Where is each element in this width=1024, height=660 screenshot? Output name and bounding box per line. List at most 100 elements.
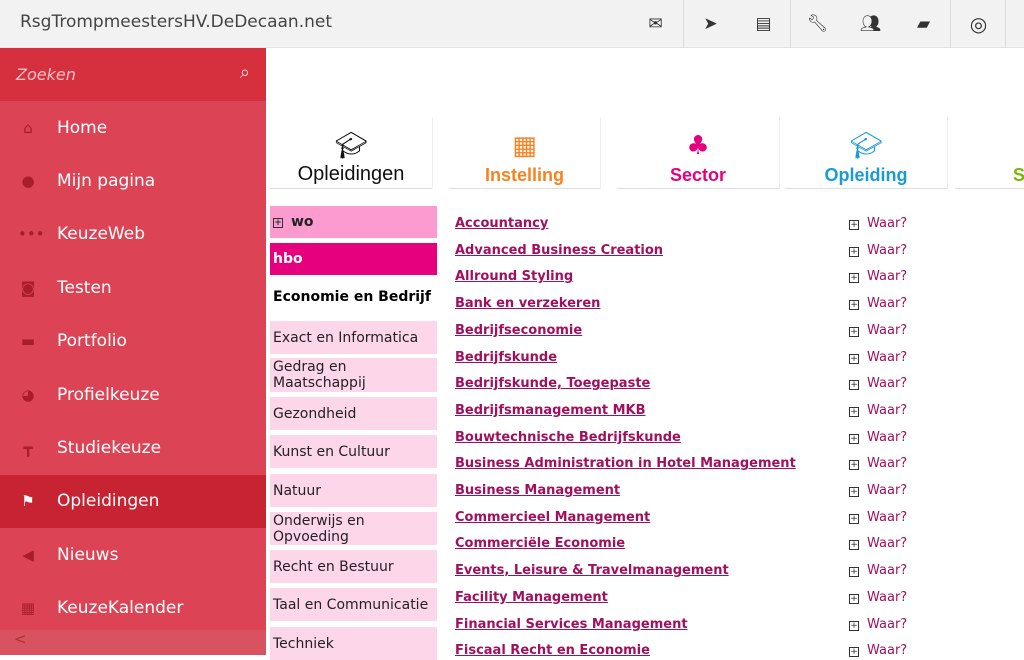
where-label: Waar? bbox=[867, 242, 908, 258]
level-wo[interactable]: + wo bbox=[270, 206, 437, 238]
target-icon[interactable]: ◎ bbox=[952, 0, 1005, 48]
where-toggle[interactable]: + Waar? bbox=[849, 323, 907, 338]
sidebar-item-mijn-pagina[interactable]: ● Mijn pagina bbox=[0, 154, 266, 207]
expand-icon: + bbox=[849, 487, 859, 497]
sector-item[interactable]: Economie en Bedrijf bbox=[270, 278, 437, 316]
sector-item[interactable]: Gezondheid bbox=[270, 397, 437, 430]
sidebar-item-label: Portfolio bbox=[57, 331, 127, 352]
mail-icon[interactable]: ✉ bbox=[629, 0, 682, 48]
sector-label: Kunst en Cultuur bbox=[273, 443, 390, 460]
sidebar-item-label: Mijn pagina bbox=[57, 171, 156, 192]
signpost-icon: ┳ bbox=[23, 439, 33, 458]
where-label: Waar? bbox=[867, 322, 908, 338]
tab-instelling[interactable]: ▦ Instelling bbox=[449, 117, 600, 189]
where-toggle[interactable]: + Waar? bbox=[849, 643, 907, 658]
sidebar-item-keuzeweb[interactable]: ••• KeuzeWeb bbox=[0, 208, 266, 261]
where-toggle[interactable]: + Waar? bbox=[849, 269, 907, 284]
site-title[interactable]: RsgTrompmeestersHV.DeDecaan.net bbox=[20, 12, 332, 32]
collapse-sidebar-button[interactable]: < bbox=[0, 630, 266, 655]
program-link[interactable]: Commerciële Economie bbox=[455, 536, 625, 551]
where-toggle[interactable]: + Waar? bbox=[849, 376, 907, 391]
sidebar-item-profielkeuze[interactable]: ◕ Profielkeuze bbox=[0, 368, 266, 421]
where-label: Waar? bbox=[867, 296, 908, 312]
program-link[interactable]: Commercieel Management bbox=[455, 510, 650, 525]
where-toggle[interactable]: + Waar? bbox=[849, 430, 907, 445]
where-toggle[interactable]: + Waar? bbox=[849, 296, 907, 311]
program-link[interactable]: Bedrijfseconomie bbox=[455, 323, 582, 338]
where-toggle[interactable]: + Waar? bbox=[849, 483, 907, 498]
program-link[interactable]: Bank en verzekeren bbox=[455, 296, 600, 311]
sector-item[interactable]: Exact en Informatica bbox=[270, 321, 437, 354]
where-toggle[interactable]: + Waar? bbox=[849, 456, 907, 471]
program-link[interactable]: Bedrijfskunde bbox=[455, 350, 557, 365]
program-link[interactable]: Bouwtechnische Bedrijfskunde bbox=[455, 430, 681, 445]
sidebar-item-nieuws[interactable]: ◀ Nieuws bbox=[0, 528, 266, 581]
program-link[interactable]: Bedrijfskunde, Toegepaste bbox=[455, 376, 650, 391]
send-icon[interactable]: ➤ bbox=[684, 0, 737, 48]
where-toggle[interactable]: + Waar? bbox=[849, 350, 907, 365]
users-icon[interactable]: 👥︎ bbox=[844, 0, 897, 48]
building-graduation-icon: 🎓︎ bbox=[334, 131, 368, 161]
sector-item[interactable]: Onderwijs en Opvoeding bbox=[270, 512, 437, 545]
where-label: Waar? bbox=[867, 483, 908, 498]
sidebar-item-label: Profielkeuze bbox=[57, 384, 160, 405]
tab-sector[interactable]: ♣ Sector bbox=[617, 117, 779, 189]
where-toggle[interactable]: + Waar? bbox=[849, 510, 907, 525]
program-link[interactable]: Fiscaal Recht en Economie bbox=[455, 643, 650, 658]
sidebar-item-home[interactable]: ⌂ Home bbox=[0, 101, 266, 154]
program-link[interactable]: Facility Management bbox=[455, 590, 608, 605]
where-toggle[interactable]: + Waar? bbox=[849, 403, 907, 418]
list-icon[interactable]: ▤ bbox=[737, 0, 790, 48]
sector-item[interactable]: Kunst en Cultuur bbox=[270, 435, 437, 468]
where-toggle[interactable]: + Waar? bbox=[849, 617, 907, 632]
sector-label: Techniek bbox=[273, 635, 334, 652]
search-placeholder: Zoeken bbox=[16, 65, 76, 84]
tab-opleiding[interactable]: 🎓︎ Opleiding bbox=[785, 117, 947, 189]
where-toggle[interactable]: + Waar? bbox=[849, 590, 907, 605]
sidebar-item-testen[interactable]: ◙ Testen bbox=[0, 261, 266, 314]
sector-item[interactable]: Recht en Bestuur bbox=[270, 550, 437, 583]
where-toggle[interactable]: + Waar? bbox=[849, 216, 907, 231]
pie-icon: ◕ bbox=[21, 385, 35, 404]
sector-item[interactable]: Techniek bbox=[270, 627, 437, 660]
divider bbox=[1005, 0, 1006, 48]
sidebar-item-portfolio[interactable]: ▬ Portfolio bbox=[0, 315, 266, 368]
program-link[interactable]: Accountancy bbox=[455, 216, 548, 231]
program-link[interactable]: Business Administration in Hotel Managem… bbox=[455, 456, 796, 471]
tab-s[interactable]: S bbox=[955, 117, 1024, 189]
sector-label: Exact en Informatica bbox=[273, 329, 419, 346]
tab-opleidingen[interactable]: 🎓︎ Opleidingen bbox=[270, 117, 432, 189]
sidebar-item-keuzekalender[interactable]: ▦ KeuzeKalender bbox=[0, 582, 266, 635]
level-hbo[interactable]: hbo bbox=[270, 243, 437, 275]
program-link[interactable]: Bedrijfsmanagement MKB bbox=[455, 403, 646, 418]
where-toggle[interactable]: + Waar? bbox=[849, 536, 907, 551]
where-toggle[interactable]: + Waar? bbox=[849, 563, 907, 578]
sidebar-item-label: Nieuws bbox=[57, 544, 119, 565]
where-toggle[interactable]: + Waar? bbox=[849, 243, 907, 258]
program-link[interactable]: Financial Services Management bbox=[455, 617, 688, 632]
graduation-cap-icon: 🎓︎ bbox=[849, 131, 883, 161]
sector-label: Natuur bbox=[273, 482, 322, 499]
sidebar: Zoeken ⌕ ⌂ Home ● Mijn pagina ••• KeuzeWeb ◙ Te… bbox=[0, 48, 266, 655]
search-icon[interactable]: ⌕ bbox=[240, 62, 250, 83]
sitemap-icon: ♣ bbox=[686, 131, 710, 161]
home-icon: ⌂ bbox=[23, 118, 33, 137]
book-icon[interactable]: ▰ bbox=[897, 0, 950, 48]
sector-item[interactable]: Taal en Communicatie bbox=[270, 588, 437, 621]
sector-item[interactable]: Natuur bbox=[270, 474, 437, 507]
sidebar-item-opleidingen[interactable]: ⚑ Opleidingen bbox=[0, 474, 266, 529]
sidebar-item-label: KeuzeKalender bbox=[57, 598, 184, 619]
expand-icon: + bbox=[849, 460, 859, 471]
search-input[interactable]: Zoeken ⌕ bbox=[0, 48, 266, 101]
program-link[interactable]: Allround Styling bbox=[455, 269, 573, 284]
program-link[interactable]: Events, Leisure & Travelmanagement bbox=[455, 563, 729, 578]
program-link[interactable]: Advanced Business Creation bbox=[455, 243, 663, 258]
sector-item[interactable]: Gedrag en Maatschappij bbox=[270, 358, 437, 392]
program-link[interactable]: Business Management bbox=[455, 483, 620, 498]
sidebar-item-label: Testen bbox=[57, 277, 112, 298]
divider bbox=[950, 0, 951, 48]
wrench-icon[interactable]: 🔧︎ bbox=[791, 0, 844, 48]
flag-icon: ⚑ bbox=[21, 492, 35, 511]
sidebar-item-studiekeuze[interactable]: ┳ Studiekeuze bbox=[0, 421, 266, 474]
dots-icon: ••• bbox=[18, 225, 45, 244]
